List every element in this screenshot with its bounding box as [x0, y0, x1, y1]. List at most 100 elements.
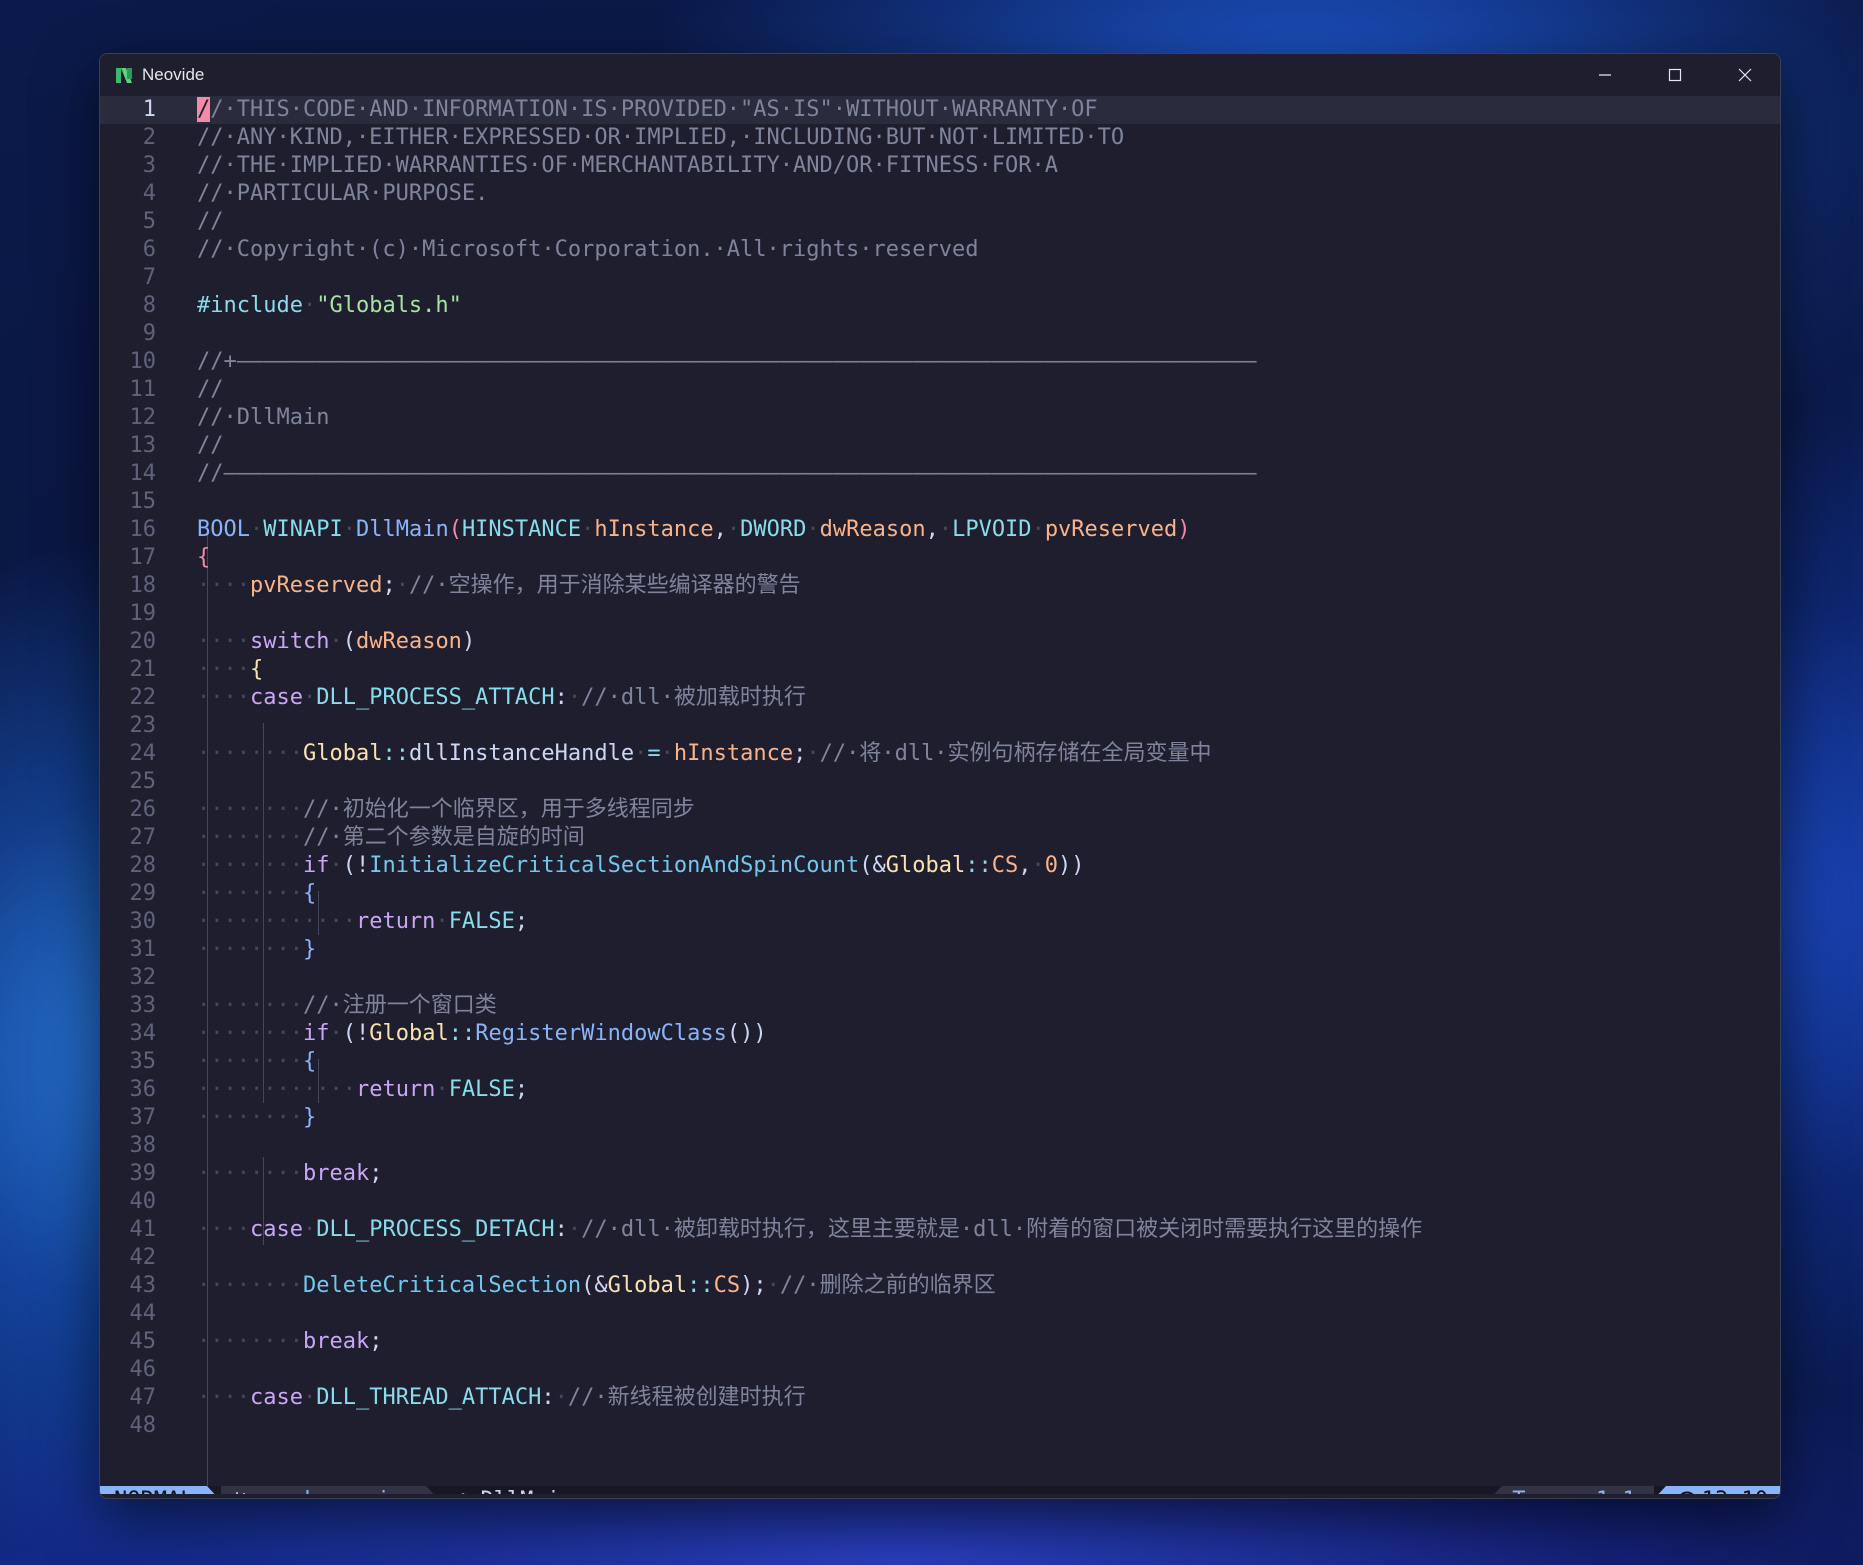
- code-line[interactable]: 36 ············return·FALSE;: [100, 1076, 1780, 1104]
- code-line[interactable]: 17{: [100, 544, 1780, 572]
- line-number: 20: [129, 629, 157, 654]
- code-line[interactable]: 34 ········if·(!Global::RegisterWindowCla…: [100, 1020, 1780, 1048]
- code-line[interactable]: 22 ····case·DLL_PROCESS_ATTACH:·//·dll·被加…: [100, 684, 1780, 712]
- constant: DLL_PROCESS_DETACH: [316, 1217, 555, 1242]
- code-line[interactable]: 48: [100, 1412, 1780, 1440]
- code-line[interactable]: 27 ········//·第二个参数是自旋的时间: [100, 824, 1780, 852]
- code-line[interactable]: 13 //: [100, 432, 1780, 460]
- comment-text: //: [197, 209, 224, 234]
- variable: dwReason: [355, 629, 462, 654]
- code-line[interactable]: 14 //————————————————————————————————————…: [100, 460, 1780, 488]
- code-line[interactable]: 40: [100, 1188, 1780, 1216]
- code-line[interactable]: 16 BOOL·WINAPI·DllMain(HINSTANCE·hInstanc…: [100, 516, 1780, 544]
- line-number: 26: [129, 797, 157, 822]
- code-line[interactable]: 7: [100, 264, 1780, 292]
- code-line[interactable]: 35 ········{: [100, 1048, 1780, 1076]
- code-line[interactable]: 43 ········DeleteCriticalSection(&Global:…: [100, 1272, 1780, 1300]
- line-number: 33: [129, 993, 157, 1018]
- code-line[interactable]: 20 ····switch·(dwReason): [100, 628, 1780, 656]
- code-line[interactable]: 47 ····case·DLL_THREAD_ATTACH:·//·新线程被创建时…: [100, 1384, 1780, 1412]
- code-line[interactable]: 9: [100, 320, 1780, 348]
- code-line[interactable]: 25: [100, 768, 1780, 796]
- code-line[interactable]: 32: [100, 964, 1780, 992]
- window-title: Neovide: [142, 65, 205, 84]
- separator: [207, 1486, 222, 1494]
- comment-text: //·Copyright·(c)·Microsoft·Corporation.·…: [197, 237, 979, 262]
- separator: [1488, 1486, 1503, 1494]
- title-bar[interactable]: Neovide: [100, 54, 1780, 96]
- variable: CS: [713, 1273, 741, 1298]
- code-line[interactable]: 23: [100, 712, 1780, 740]
- line-number: 38: [129, 1133, 157, 1158]
- code-line[interactable]: 10 //+———————————————————————————————————…: [100, 348, 1780, 376]
- code-line[interactable]: 12 //·DllMain: [100, 404, 1780, 432]
- line-number: 14: [129, 461, 157, 486]
- comment-text: //·ANY·KIND,·EITHER·EXPRESSED·OR·IMPLIED…: [197, 125, 1125, 150]
- close-button[interactable]: [1710, 54, 1780, 96]
- code-line[interactable]: 2 //·ANY·KIND,·EITHER·EXPRESSED·OR·IMPLIE…: [100, 124, 1780, 152]
- code-line[interactable]: 37 ········}: [100, 1104, 1780, 1132]
- code-line[interactable]: 5 //: [100, 208, 1780, 236]
- code-line[interactable]: 41 ····case·DLL_PROCESS_DETACH:·//·dll·被卸…: [100, 1216, 1780, 1244]
- maximize-icon: [1668, 68, 1682, 82]
- line-number: 9: [142, 321, 156, 346]
- line-number: 4: [142, 181, 156, 206]
- editor-buffer[interactable]: 1 //·THIS·CODE·AND·INFORMATION·IS·PROVIDE…: [100, 96, 1780, 1494]
- code-line[interactable]: 26 ········//·初始化一个临界区，用于多线程同步: [100, 796, 1780, 824]
- function-name: RegisterWindowClass: [475, 1021, 727, 1046]
- line-number: 36: [129, 1077, 157, 1102]
- line-number: 31: [129, 937, 157, 962]
- variable: pvReserved: [249, 573, 383, 598]
- code-line[interactable]: 4 //·PARTICULAR·PURPOSE.: [100, 180, 1780, 208]
- type-name: DWORD: [740, 517, 807, 542]
- code-line[interactable]: 1 //·THIS·CODE·AND·INFORMATION·IS·PROVIDE…: [100, 96, 1780, 124]
- code-line[interactable]: 38: [100, 1132, 1780, 1160]
- maximize-button[interactable]: [1640, 54, 1710, 96]
- code-line[interactable]: 45 ········break;: [100, 1328, 1780, 1356]
- code-line[interactable]: 15: [100, 488, 1780, 516]
- code-line[interactable]: 28 ········if·(!InitializeCriticalSection…: [100, 852, 1780, 880]
- clock-time: 13:10: [1702, 1486, 1768, 1494]
- comment-text: //·THE·IMPLIED·WARRANTIES·OF·MERCHANTABI…: [197, 153, 1058, 178]
- code-line[interactable]: 8 #include·"Globals.h": [100, 292, 1780, 320]
- code-line[interactable]: 18 ····pvReserved;·//·空操作，用于消除某些编译器的警告: [100, 572, 1780, 600]
- comment-text: //·PARTICULAR·PURPOSE.: [197, 181, 489, 206]
- code-line[interactable]: 39 ········break;: [100, 1160, 1780, 1188]
- line-number: 48: [129, 1413, 157, 1438]
- namespace: Global: [885, 853, 966, 878]
- parameter: dwReason: [819, 517, 926, 542]
- line-number: 46: [129, 1357, 157, 1382]
- line-number: 27: [129, 825, 157, 850]
- git-branch[interactable]: read-version: [221, 1486, 427, 1494]
- clock: 13:10: [1665, 1486, 1780, 1494]
- code-line[interactable]: 31 ········}: [100, 936, 1780, 964]
- line-number: 18: [129, 573, 157, 598]
- cursor-position: Top 1:1: [1502, 1486, 1654, 1494]
- comment-text: //+—————————————————————————————————————…: [197, 349, 1257, 374]
- number-literal: 0: [1044, 853, 1059, 878]
- comment-text: //——————————————————————————————————————…: [197, 461, 1257, 486]
- code-line[interactable]: 6 //·Copyright·(c)·Microsoft·Corporation.…: [100, 236, 1780, 264]
- code-line[interactable]: 11 //: [100, 376, 1780, 404]
- file-info[interactable]: C DllMain.cpp: [440, 1486, 626, 1494]
- code-line[interactable]: 24 ········Global::dllInstanceHandle·=·hI…: [100, 740, 1780, 768]
- code-line[interactable]: 30 ············return·FALSE;: [100, 908, 1780, 936]
- git-branch-icon: [236, 1492, 246, 1494]
- line-number: 45: [129, 1329, 157, 1354]
- code-line[interactable]: 46: [100, 1356, 1780, 1384]
- minimize-button[interactable]: [1570, 54, 1640, 96]
- code-line[interactable]: 21 ····{: [100, 656, 1780, 684]
- code-line[interactable]: 42: [100, 1244, 1780, 1272]
- line-number: 1: [142, 97, 156, 122]
- keyword: switch: [249, 629, 330, 654]
- code-line[interactable]: 33 ········//·注册一个窗口类: [100, 992, 1780, 1020]
- code-line[interactable]: 29 ········{: [100, 880, 1780, 908]
- file-name: DllMain.cpp: [480, 1486, 626, 1494]
- line-number: 16: [129, 517, 157, 542]
- code-line[interactable]: 3 //·THE·IMPLIED·WARRANTIES·OF·MERCHANTAB…: [100, 152, 1780, 180]
- cpp-file-icon: C: [461, 1493, 466, 1494]
- function-name: DllMain: [355, 517, 449, 542]
- code-line[interactable]: 19: [100, 600, 1780, 628]
- code-line[interactable]: 44: [100, 1300, 1780, 1328]
- keyword: if: [302, 853, 330, 878]
